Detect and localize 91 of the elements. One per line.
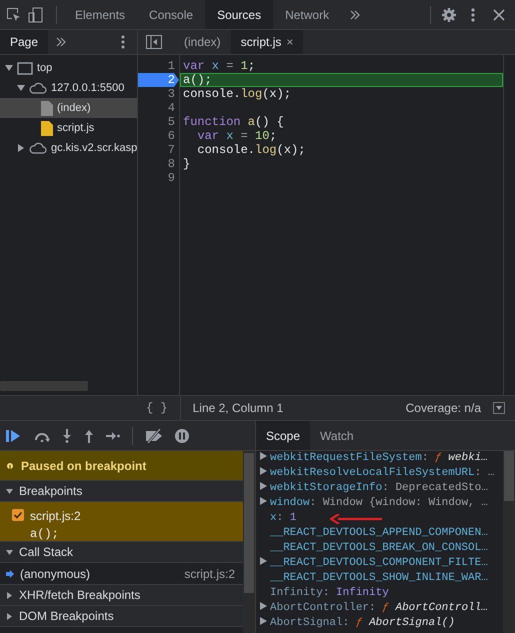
more-tabs-icon[interactable] xyxy=(56,37,66,47)
scope-property[interactable]: AbortController: ƒ AbortControll… xyxy=(256,601,503,616)
paused-message: Paused on breakpoint xyxy=(21,458,146,474)
cloud-icon xyxy=(29,142,47,154)
breakpoint-marker[interactable]: 2 xyxy=(138,73,179,87)
line-number: 7 xyxy=(166,143,176,157)
code-line: console.log(x); xyxy=(196,143,306,157)
toggle-navigator-icon[interactable] xyxy=(146,35,162,49)
more-options-icon[interactable] xyxy=(121,35,125,49)
more-tabs-icon[interactable] xyxy=(349,8,362,20)
line-number: 8 xyxy=(166,157,176,171)
device-toolbar-icon[interactable] xyxy=(28,6,44,22)
resume-icon[interactable] xyxy=(6,428,22,442)
code-line: var x = 10; xyxy=(196,129,278,143)
cursor-position: Line 2, Column 1 xyxy=(192,400,284,417)
code-line: function a() { xyxy=(182,115,285,129)
scope-tab[interactable]: Watch xyxy=(310,421,364,450)
scope-property[interactable]: __REACT_DEVTOOLS_SHOW_INLINE_WAR… xyxy=(256,571,503,586)
drawer-toggle-icon[interactable] xyxy=(493,402,505,414)
scope-property[interactable]: x: 1 xyxy=(256,511,503,526)
collapsed-arrow-icon xyxy=(6,612,13,620)
line-number: 5 xyxy=(166,115,176,129)
expand-arrow-icon[interactable] xyxy=(260,497,267,505)
panel-tab[interactable]: Sources xyxy=(205,0,274,29)
expand-arrow-icon[interactable] xyxy=(260,467,267,475)
file-tab[interactable]: (index) xyxy=(174,30,231,54)
deactivate-breakpoints-icon[interactable] xyxy=(145,428,163,442)
file-icon xyxy=(41,100,53,116)
settings-icon[interactable] xyxy=(441,6,457,22)
line-number: 9 xyxy=(166,171,176,185)
file-tab[interactable]: script.js × xyxy=(230,30,304,54)
code-line: console.log(x); xyxy=(182,87,292,101)
tree-item[interactable]: 127.0.0.1:5500 xyxy=(0,78,137,98)
coverage-status: Coverage: n/a xyxy=(406,400,481,417)
scope-property[interactable]: webkitRequestFileSystem: ƒ webki… xyxy=(256,451,503,466)
code-line: var x = 1; xyxy=(182,59,256,73)
section-header[interactable]: DOM Breakpoints xyxy=(0,606,243,627)
more-options-icon[interactable] xyxy=(471,8,475,22)
expanded-arrow-icon[interactable] xyxy=(17,84,25,92)
section-header[interactable]: XHR/fetch Breakpoints xyxy=(0,585,243,606)
collapsed-arrow-icon xyxy=(6,592,13,598)
step-into-icon[interactable] xyxy=(62,428,72,442)
breakpoint-code: a(); xyxy=(30,526,60,543)
checkbox[interactable] xyxy=(12,509,24,521)
expand-arrow-icon[interactable] xyxy=(260,602,267,610)
close-icon[interactable] xyxy=(493,8,505,20)
cloud-icon xyxy=(29,82,47,94)
expand-arrow-icon[interactable] xyxy=(260,557,267,565)
code-line: } xyxy=(182,157,192,171)
section-header[interactable]: Breakpoints xyxy=(0,481,243,502)
scope-property[interactable]: AbortSignal: ƒ AbortSignal() xyxy=(256,616,503,631)
script-file-icon xyxy=(41,120,53,136)
scope-tab[interactable]: Scope xyxy=(256,421,310,450)
breakpoint-location: script.js:2 xyxy=(30,508,81,525)
scope-property[interactable]: Infinity: Infinity xyxy=(256,586,503,601)
panel-tab[interactable]: Network xyxy=(273,0,342,29)
tree-item[interactable]: script.js xyxy=(0,118,137,138)
scope-property[interactable]: __REACT_DEVTOOLS_APPEND_COMPONEN… xyxy=(256,526,503,541)
scope-property[interactable]: webkitStorageInfo: DeprecatedSto… xyxy=(256,481,503,496)
step-out-icon[interactable] xyxy=(84,428,94,442)
expanded-arrow-icon[interactable] xyxy=(5,64,13,72)
panel-tab[interactable]: Elements xyxy=(63,0,138,29)
line-number: 1 xyxy=(166,59,176,73)
tree-item[interactable]: gc.kis.v2.scr.kasp xyxy=(0,138,137,158)
info-icon xyxy=(7,460,13,470)
inspect-icon[interactable] xyxy=(6,6,22,22)
scope-property[interactable]: window: Window {window: Window, … xyxy=(256,496,503,511)
scope-property[interactable]: __REACT_DEVTOOLS_COMPONENT_FILTE… xyxy=(256,556,503,571)
expanded-arrow-icon xyxy=(6,548,13,556)
pause-on-exceptions-icon[interactable] xyxy=(175,428,189,442)
expand-arrow-icon[interactable] xyxy=(260,482,267,490)
expand-arrow-icon[interactable] xyxy=(260,617,267,625)
breakpoint-item[interactable]: script.js:2 a(); xyxy=(0,502,243,542)
tree-item[interactable]: (index) xyxy=(0,98,137,118)
scope-property[interactable]: webkitResolveLocalFileSystemURL: … xyxy=(256,466,503,481)
frame-icon xyxy=(17,61,33,75)
current-frame-icon xyxy=(6,570,14,578)
horizontal-scrollbar[interactable] xyxy=(0,381,88,391)
scope-property[interactable]: __REACT_DEVTOOLS_BREAK_ON_CONSOL… xyxy=(256,541,503,556)
expand-arrow-icon[interactable] xyxy=(260,452,267,460)
line-number: 6 xyxy=(166,129,176,143)
step-icon[interactable] xyxy=(106,430,120,440)
line-number: 4 xyxy=(166,101,176,115)
section-header[interactable]: Call Stack xyxy=(0,542,243,563)
collapsed-arrow-icon[interactable] xyxy=(17,144,25,152)
pretty-print-button[interactable]: { } xyxy=(0,399,180,417)
tree-item[interactable]: top xyxy=(0,58,137,78)
navigator-tab[interactable]: Page xyxy=(0,30,48,54)
line-number: 3 xyxy=(166,87,176,101)
panel-tab[interactable]: Console xyxy=(137,0,206,29)
expanded-arrow-icon xyxy=(6,488,13,494)
